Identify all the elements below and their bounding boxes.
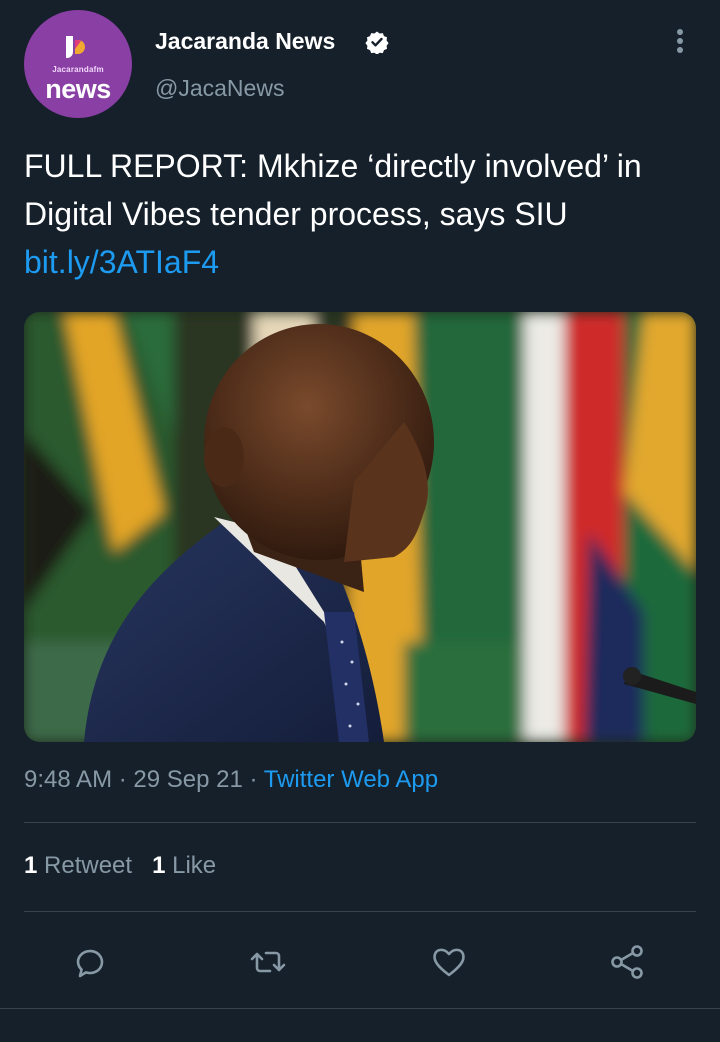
tweet-source[interactable]: Twitter Web App: [264, 766, 438, 793]
tweet-meta: 9:48 AM · 29 Sep 21 · Twitter Web App: [24, 766, 438, 794]
tweet-text: FULL REPORT: Mkhize ‘directly involved’ …: [24, 142, 704, 286]
display-name[interactable]: Jacaranda News: [155, 28, 335, 55]
likes-label: Like: [172, 852, 217, 879]
tweet-stats: 1 Retweet 1 Like: [24, 852, 216, 880]
likes-stat[interactable]: 1 Like: [152, 852, 216, 879]
reply-icon[interactable]: [70, 942, 110, 982]
tweet-time[interactable]: 9:48 AM: [24, 766, 112, 793]
avatar-brand-big: news: [45, 74, 111, 104]
more-options-icon[interactable]: [668, 26, 692, 56]
retweets-label: Retweet: [44, 852, 133, 879]
likes-count: 1: [152, 852, 166, 879]
avatar[interactable]: Jacarandafm news: [24, 10, 132, 118]
divider: [24, 911, 696, 912]
tweet-detail: Jacarandafm news Jacaranda News @JacaNew…: [0, 0, 720, 1042]
retweets-stat[interactable]: 1 Retweet: [24, 852, 132, 879]
meta-separator: ·: [118, 766, 127, 793]
user-handle[interactable]: @JacaNews: [155, 75, 284, 102]
meta-separator-2: ·: [249, 766, 258, 793]
tweet-body: FULL REPORT: Mkhize ‘directly involved’ …: [24, 148, 642, 232]
tweet-date[interactable]: 29 Sep 21: [133, 766, 242, 793]
divider: [0, 1008, 720, 1009]
avatar-brand-small: Jacarandafm: [52, 65, 104, 74]
verified-badge-icon: [365, 31, 389, 54]
tweet-media[interactable]: [24, 312, 696, 742]
share-icon[interactable]: [608, 942, 648, 982]
like-icon[interactable]: [429, 942, 469, 982]
retweet-icon[interactable]: [248, 942, 288, 982]
retweets-count: 1: [24, 852, 38, 879]
jacaranda-logo-icon: [66, 36, 85, 58]
divider: [24, 822, 696, 823]
tweet-link[interactable]: bit.ly/3ATIaF4: [24, 238, 704, 286]
tweet-photo: [24, 312, 696, 742]
